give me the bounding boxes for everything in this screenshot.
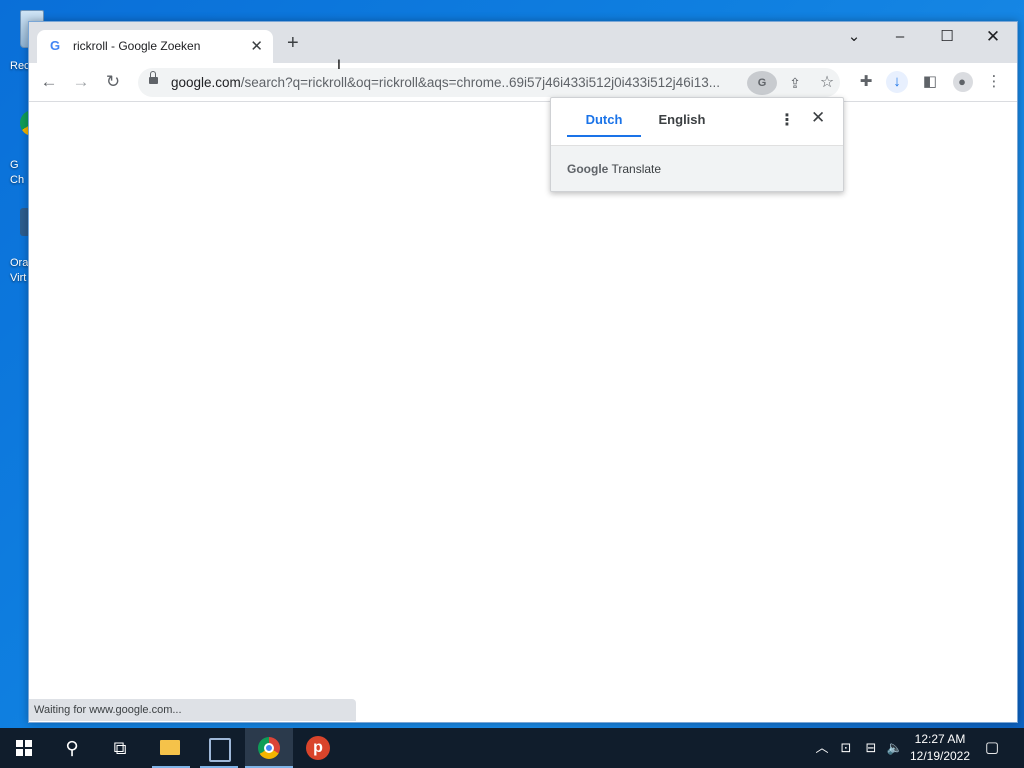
translate-tab-english[interactable]: English [645,112,719,135]
clock-time: 12:27 AM [914,732,966,746]
google-favicon-icon: G [50,38,61,53]
new-tab-button[interactable]: + [287,33,299,53]
task-view-icon[interactable]: ⧉ [96,728,144,768]
text-cursor-icon: I [337,56,341,72]
show-hidden-icons-chevron-icon[interactable]: ︿ [812,728,832,768]
windows-logo-icon [16,740,32,756]
side-panel-icon[interactable]: ◧ [918,71,942,93]
url-text[interactable]: google.com/search?q=rickroll&oq=rickroll… [171,75,743,90]
extensions-puzzle-icon[interactable]: ✚ [854,71,878,93]
psiphon-taskbar-button[interactable]: p [293,728,341,768]
maximize-button[interactable]: ☐ [924,26,970,48]
chrome-taskbar-button[interactable] [245,728,293,768]
translate-options-icon[interactable]: ⋮ [779,110,795,130]
share-icon[interactable]: ⇪ [783,71,807,95]
start-button[interactable] [0,728,48,768]
folder-icon [160,740,180,755]
brand-translate: Translate [611,162,662,176]
tab-strip: G rickroll - Google Zoeken ✕ + ⌄ – ☐ ✕ [29,22,1017,63]
taskbar: ⚲ ⧉ p ︿ ⊡ ⊟ 🔈 12:27 AM 12/19/2022 ▢ [0,728,1024,768]
tab-google-search[interactable]: G rickroll - Google Zoeken ✕ [37,30,273,63]
translate-bubble: Dutch English ⋮ ✕ Google Translate [550,97,844,192]
download-icon[interactable]: ↓ [886,71,908,93]
volume-muted-icon[interactable]: 🔈 [884,728,906,768]
url-host: google.com [171,75,241,90]
desktop-icon-label: Rec [10,60,30,72]
translate-icon[interactable]: G [747,71,777,95]
translate-footer: Google Translate [551,145,843,191]
tab-title: rickroll - Google Zoeken [73,39,201,53]
desktop-icon-label: Ora Virt [10,257,29,284]
virtualbox-cube-icon [209,738,231,762]
browser-toolbar: ← → ↻ google.com/search?q=rickroll&oq=ri… [29,63,1017,102]
status-bubble: Waiting for www.google.com... [29,699,356,721]
bookmark-star-icon[interactable]: ☆ [815,71,839,95]
status-text: Waiting for www.google.com... [34,704,182,716]
back-button[interactable]: ← [37,71,61,93]
notifications-icon[interactable]: ▢ [980,728,1004,768]
chrome-menu-icon[interactable]: ⋮ [982,71,1006,93]
google-translate-brand: Google Translate [567,162,661,176]
url-path: /search?q=rickroll&oq=rickroll&aqs=chrom… [240,75,720,90]
virtualbox-taskbar-button[interactable] [194,728,242,768]
psiphon-icon: p [306,736,330,760]
system-clock[interactable]: 12:27 AM 12/19/2022 [906,731,974,765]
close-window-button[interactable]: ✕ [970,26,1016,48]
lock-icon[interactable] [149,71,158,84]
forward-button[interactable]: → [69,71,93,93]
minimize-button[interactable]: – [877,26,923,48]
reload-button[interactable]: ↻ [101,71,125,93]
chrome-icon [258,737,280,759]
network-icon[interactable]: ⊟ [861,728,881,768]
taskbar-search-icon[interactable]: ⚲ [48,728,96,768]
tab-search-button[interactable]: ⌄ [831,26,877,48]
address-bar[interactable]: google.com/search?q=rickroll&oq=rickroll… [138,68,840,97]
tab-close-icon[interactable]: ✕ [250,37,263,55]
clock-date: 12/19/2022 [909,749,971,763]
page-content [29,102,1017,722]
network-status-icon[interactable]: ⊡ [836,728,856,768]
desktop-icon-label: G Ch [10,159,25,186]
browser-window: G rickroll - Google Zoeken ✕ + ⌄ – ☐ ✕ ←… [28,21,1018,723]
translate-close-icon[interactable]: ✕ [811,108,825,128]
brand-google: Google [567,162,609,176]
profile-avatar-icon[interactable]: ● [950,71,974,93]
translate-tab-dutch[interactable]: Dutch [567,112,641,137]
file-explorer-button[interactable] [146,728,194,768]
